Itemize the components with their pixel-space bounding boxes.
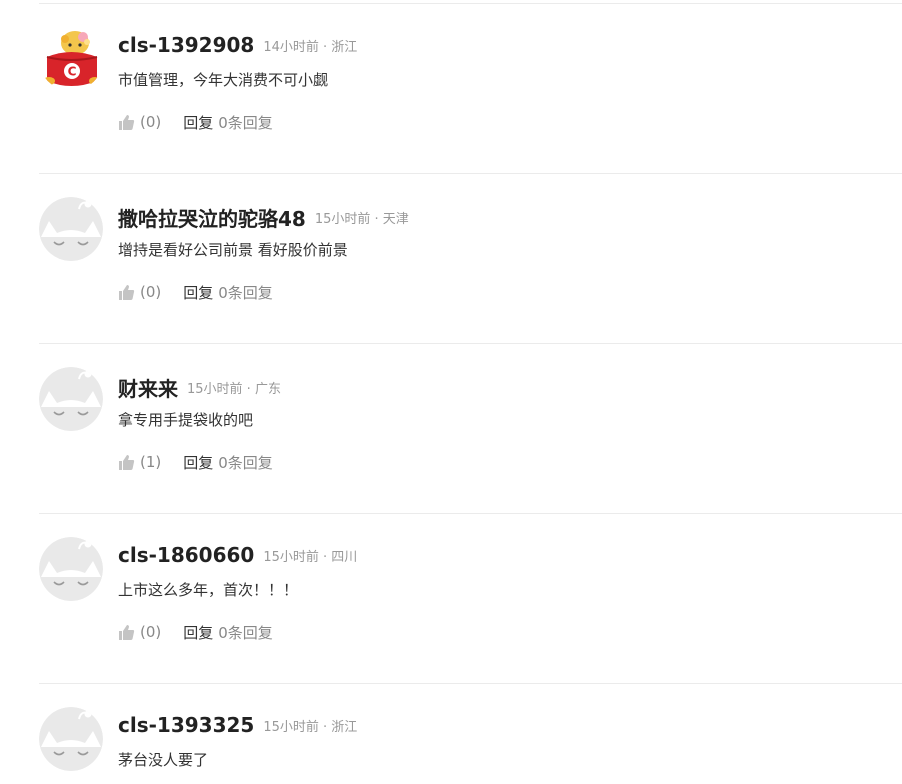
- reply-button[interactable]: 回复: [183, 452, 213, 473]
- thumbs-up-icon: [118, 284, 135, 301]
- like-count: (0): [140, 113, 162, 131]
- comment-header: 财来来 15小时前 · 广东: [118, 373, 281, 401]
- comment-item: cls-1393325 15小时前 · 浙江 茅台没人要了: [39, 684, 902, 784]
- comment-text: 增持是看好公司前景 看好股价前景: [118, 241, 348, 259]
- comment-item: C cls-1392908 14小时前 · 浙江 市值管理，今年大消费不可小觑 (…: [39, 4, 902, 174]
- comment-item: cls-1860660 15小时前 · 四川 上市这么多年，首次！！！ (0) 回…: [39, 514, 902, 684]
- comment-item: 财来来 15小时前 · 广东 拿专用手提袋收的吧 (1) 回复 0条回复: [39, 344, 902, 514]
- username[interactable]: 财来来: [118, 377, 178, 401]
- comment-header: cls-1860660 15小时前 · 四川: [118, 543, 357, 571]
- like-button[interactable]: (1): [118, 453, 161, 471]
- default-cat-avatar-icon[interactable]: [39, 707, 103, 771]
- thumbs-up-icon: [118, 624, 135, 641]
- reply-button[interactable]: 回复: [183, 112, 213, 133]
- username[interactable]: cls-1860660: [118, 543, 254, 567]
- default-cat-avatar-icon[interactable]: [39, 537, 103, 601]
- comment-text: 拿专用手提袋收的吧: [118, 411, 254, 429]
- comment-header: 撒哈拉哭泣的驼骆48 15小时前 · 天津: [118, 203, 409, 231]
- comment-meta: 15小时前 · 浙江: [263, 719, 358, 735]
- reply-count[interactable]: 0条回复: [218, 452, 273, 473]
- comment-text: 上市这么多年，首次！！！: [118, 581, 299, 599]
- reply-count[interactable]: 0条回复: [218, 282, 273, 303]
- comment-header: cls-1392908 14小时前 · 浙江: [118, 33, 357, 61]
- username[interactable]: 撒哈拉哭泣的驼骆48: [118, 207, 306, 231]
- like-count: (0): [140, 623, 162, 641]
- comment-meta: 14小时前 · 浙江: [263, 39, 358, 55]
- orange-cartoon-avatar-icon[interactable]: C: [39, 27, 103, 91]
- reply-count[interactable]: 0条回复: [218, 112, 273, 133]
- like-count: (0): [140, 283, 162, 301]
- comment-text: 茅台没人要了: [118, 751, 209, 769]
- reply-button[interactable]: 回复: [183, 282, 213, 303]
- username[interactable]: cls-1392908: [118, 33, 254, 57]
- comment-meta: 15小时前 · 天津: [314, 212, 409, 227]
- default-cat-avatar-icon[interactable]: [39, 367, 103, 431]
- reply-button[interactable]: 回复: [183, 622, 213, 643]
- comment-actions: (0) 回复 0条回复: [118, 621, 273, 643]
- comment-header: cls-1393325 15小时前 · 浙江: [118, 713, 357, 741]
- comment-list: C cls-1392908 14小时前 · 浙江 市值管理，今年大消费不可小觑 (…: [0, 0, 902, 784]
- username[interactable]: cls-1393325: [118, 713, 254, 737]
- comment-item: 撒哈拉哭泣的驼骆48 15小时前 · 天津 增持是看好公司前景 看好股价前景 (0…: [39, 174, 902, 344]
- svg-text:C: C: [68, 65, 77, 79]
- thumbs-up-icon: [118, 114, 135, 131]
- like-button[interactable]: (0): [118, 113, 161, 131]
- like-button[interactable]: (0): [118, 283, 161, 301]
- like-button[interactable]: (0): [118, 623, 161, 641]
- comment-text: 市值管理，今年大消费不可小觑: [118, 71, 329, 89]
- comment-meta: 15小时前 · 广东: [187, 382, 281, 397]
- comment-meta: 15小时前 · 四川: [263, 549, 358, 565]
- reply-count[interactable]: 0条回复: [218, 622, 273, 643]
- thumbs-up-icon: [118, 454, 135, 471]
- comment-actions: (0) 回复 0条回复: [118, 111, 273, 133]
- comment-actions: (1) 回复 0条回复: [118, 451, 273, 473]
- like-count: (1): [140, 453, 162, 471]
- comment-actions: (0) 回复 0条回复: [118, 281, 273, 303]
- default-cat-avatar-icon[interactable]: [39, 197, 103, 261]
